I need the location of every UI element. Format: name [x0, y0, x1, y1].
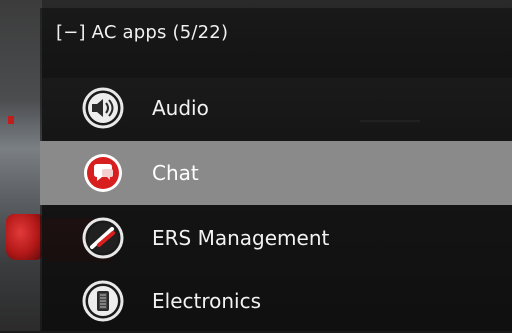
- app-label-audio: Audio: [152, 96, 209, 120]
- background-left-strip: [0, 0, 42, 331]
- app-item-audio[interactable]: Audio: [40, 76, 512, 140]
- ers-gauge-icon: [82, 217, 124, 259]
- electronics-chip-icon: [82, 280, 124, 322]
- chat-bubble-icon: [82, 152, 124, 194]
- app-label-chat: Chat: [152, 161, 199, 185]
- apps-panel-header[interactable]: [−] AC apps (5/22): [56, 22, 228, 43]
- app-item-ers-management[interactable]: ERS Management: [40, 206, 512, 270]
- app-item-electronics[interactable]: Electronics: [40, 269, 512, 333]
- app-item-chat[interactable]: Chat: [40, 141, 512, 205]
- background-red-car: [6, 214, 42, 260]
- background-red-marker: [8, 116, 14, 124]
- app-label-electronics: Electronics: [152, 289, 262, 313]
- speaker-icon: [82, 87, 124, 129]
- app-label-ers-management: ERS Management: [152, 226, 330, 250]
